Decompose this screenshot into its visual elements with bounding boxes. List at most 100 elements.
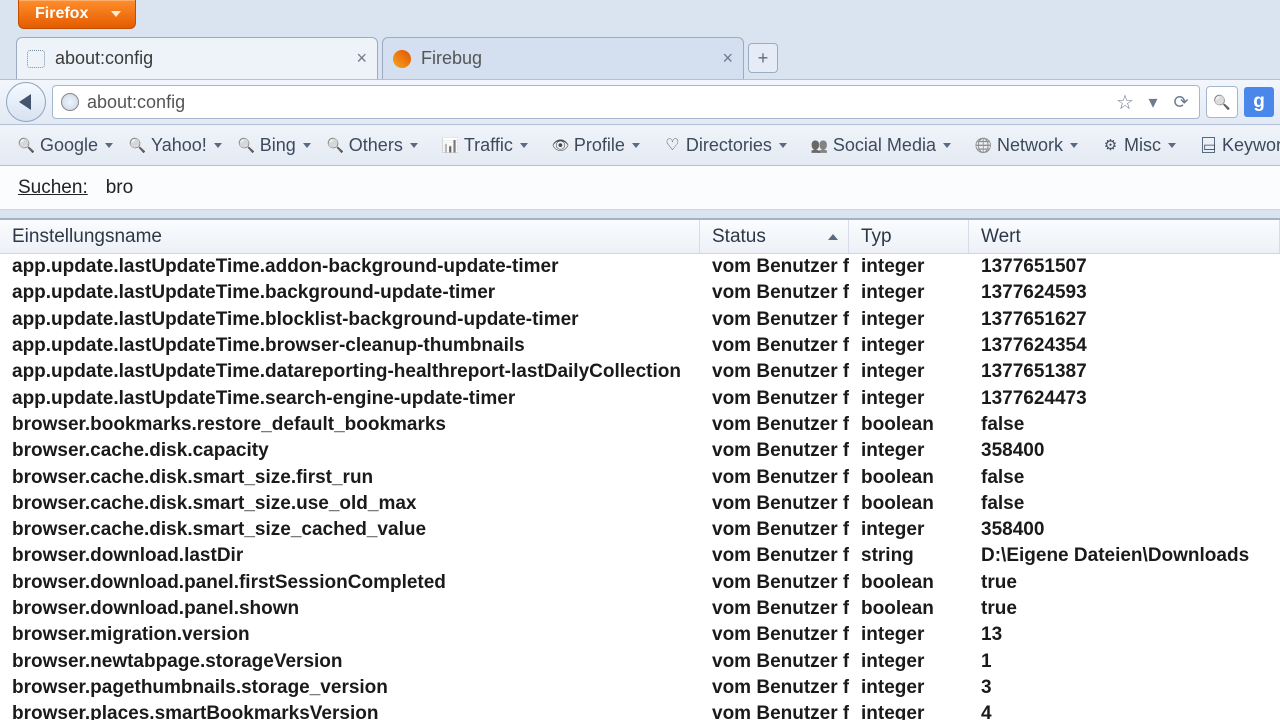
cell-status: vom Benutzer f… xyxy=(700,335,849,357)
toolbar-item-others[interactable]: Others xyxy=(319,131,426,160)
table-body: app.update.lastUpdateTime.addon-backgrou… xyxy=(0,254,1280,720)
cell-status: vom Benutzer f… xyxy=(700,572,849,594)
cell-name: browser.newtabpage.storageVersion xyxy=(0,651,700,673)
table-row[interactable]: app.update.lastUpdateTime.search-engine-… xyxy=(0,385,1280,411)
cell-name: browser.cache.disk.smart_size_cached_val… xyxy=(0,519,700,541)
search-engine-button[interactable]: 🔍 xyxy=(1206,86,1238,118)
cell-type: integer xyxy=(849,677,969,699)
toolbar-item-label: Misc xyxy=(1124,135,1161,156)
toolbar-item-label: Profile xyxy=(574,135,625,156)
cell-type: boolean xyxy=(849,414,969,436)
new-tab-button[interactable]: + xyxy=(748,43,778,73)
table-row[interactable]: browser.migration.version vom Benutzer f… xyxy=(0,622,1280,648)
column-status[interactable]: Status xyxy=(700,220,849,253)
cell-status: vom Benutzer f… xyxy=(700,651,849,673)
chevron-down-icon xyxy=(632,143,640,148)
table-row[interactable]: browser.places.smartBookmarksVersion vom… xyxy=(0,701,1280,720)
cell-value: 1377624354 xyxy=(969,335,1280,357)
toolbar-item-socialmedia[interactable]: Social Media xyxy=(803,131,959,160)
reload-icon[interactable]: ⟳ xyxy=(1171,92,1191,112)
cell-status: vom Benutzer f… xyxy=(700,519,849,541)
firefox-menu-label: Firefox xyxy=(35,5,88,22)
toolbar-item-google[interactable]: Google xyxy=(10,131,121,160)
table-row[interactable]: browser.cache.disk.smart_size.first_run … xyxy=(0,464,1280,490)
globe-icon xyxy=(61,93,79,111)
cell-value: D:\Eigene Dateien\Downloads xyxy=(969,545,1280,567)
tab-about-config[interactable]: about:config × xyxy=(16,37,378,79)
cell-type: integer xyxy=(849,388,969,410)
cell-value: 3 xyxy=(969,677,1280,699)
toolbar-item-bing[interactable]: Bing xyxy=(230,131,319,160)
column-value[interactable]: Wert xyxy=(969,220,1280,253)
chevron-down-icon xyxy=(1168,143,1176,148)
cell-status: vom Benutzer f… xyxy=(700,467,849,489)
cell-type: boolean xyxy=(849,572,969,594)
cell-value: 4 xyxy=(969,703,1280,720)
column-type[interactable]: Typ xyxy=(849,220,969,253)
chevron-down-icon xyxy=(1070,143,1078,148)
config-search-row: Suchen: xyxy=(0,166,1280,210)
table-row[interactable]: browser.cache.disk.smart_size_cached_val… xyxy=(0,517,1280,543)
toolbar-item-directories[interactable]: Directories xyxy=(656,131,795,160)
cell-name: browser.migration.version xyxy=(0,624,700,646)
google-share-button[interactable]: g xyxy=(1244,87,1274,117)
tab-strip: about:config × Firebug × + xyxy=(16,33,1280,73)
gear-icon xyxy=(1102,137,1119,154)
toolbar-item-keyword[interactable]: Keyword xyxy=(1192,131,1280,160)
cell-value: false xyxy=(969,467,1280,489)
dropdown-history-icon[interactable]: ▾ xyxy=(1143,92,1163,112)
table-row[interactable]: browser.cache.disk.smart_size.use_old_ma… xyxy=(0,491,1280,517)
toolbar-item-yahoo[interactable]: Yahoo! xyxy=(121,131,230,160)
table-row[interactable]: browser.cache.disk.capacity vom Benutzer… xyxy=(0,438,1280,464)
chevron-down-icon xyxy=(410,143,418,148)
toolbar-item-label: Directories xyxy=(686,135,772,156)
bookmarks-toolbar: Google Yahoo! Bing Others Traffic xyxy=(0,125,1280,166)
cell-name: browser.cache.disk.smart_size.first_run xyxy=(0,467,700,489)
cell-value: 1377651507 xyxy=(969,256,1280,278)
cell-value: 1377624593 xyxy=(969,282,1280,304)
toolbar-item-network[interactable]: Network xyxy=(967,131,1086,160)
cell-name: browser.download.panel.shown xyxy=(0,598,700,620)
cell-value: 1377651387 xyxy=(969,361,1280,383)
cell-name: browser.download.lastDir xyxy=(0,545,700,567)
table-row[interactable]: browser.download.panel.shown vom Benutze… xyxy=(0,596,1280,622)
table-row[interactable]: browser.download.panel.firstSessionCompl… xyxy=(0,570,1280,596)
cell-type: integer xyxy=(849,440,969,462)
doc-icon xyxy=(1200,137,1217,154)
cell-status: vom Benutzer f… xyxy=(700,440,849,462)
table-header: Einstellungsname Status Typ Wert xyxy=(0,220,1280,254)
firebug-favicon-icon xyxy=(393,50,411,68)
table-row[interactable]: browser.newtabpage.storageVersion vom Be… xyxy=(0,648,1280,674)
table-row[interactable]: browser.bookmarks.restore_default_bookma… xyxy=(0,412,1280,438)
chevron-down-icon xyxy=(943,143,951,148)
bookmark-star-icon[interactable]: ☆ xyxy=(1115,92,1135,112)
close-icon[interactable]: × xyxy=(356,48,367,69)
url-bar[interactable]: about:config ☆ ▾ ⟳ xyxy=(52,85,1200,119)
cell-status: vom Benutzer f… xyxy=(700,388,849,410)
table-row[interactable]: browser.download.lastDir vom Benutzer f…… xyxy=(0,543,1280,569)
chevron-down-icon xyxy=(520,143,528,148)
column-name[interactable]: Einstellungsname xyxy=(0,220,700,253)
table-row[interactable]: app.update.lastUpdateTime.addon-backgrou… xyxy=(0,254,1280,280)
close-icon[interactable]: × xyxy=(722,48,733,69)
cell-status: vom Benutzer f… xyxy=(700,545,849,567)
table-row[interactable]: app.update.lastUpdateTime.blocklist-back… xyxy=(0,307,1280,333)
table-row[interactable]: app.update.lastUpdateTime.datareporting-… xyxy=(0,359,1280,385)
navigation-toolbar: about:config ☆ ▾ ⟳ 🔍 g xyxy=(0,79,1280,125)
toolbar-item-label: Yahoo! xyxy=(151,135,207,156)
toolbar-item-traffic[interactable]: Traffic xyxy=(434,131,536,160)
search-icon xyxy=(129,137,146,154)
firefox-menu-button[interactable]: Firefox xyxy=(18,0,136,29)
toolbar-item-misc[interactable]: Misc xyxy=(1094,131,1184,160)
toolbar-item-profile[interactable]: Profile xyxy=(544,131,648,160)
search-input[interactable] xyxy=(106,177,1262,199)
table-row[interactable]: app.update.lastUpdateTime.background-upd… xyxy=(0,280,1280,306)
toolbar-item-label: Google xyxy=(40,135,98,156)
toolbar-item-label: Others xyxy=(349,135,403,156)
cell-type: integer xyxy=(849,309,969,331)
back-button[interactable] xyxy=(6,82,46,122)
table-row[interactable]: app.update.lastUpdateTime.browser-cleanu… xyxy=(0,333,1280,359)
cell-type: integer xyxy=(849,703,969,720)
tab-firebug[interactable]: Firebug × xyxy=(382,37,744,79)
table-row[interactable]: browser.pagethumbnails.storage_version v… xyxy=(0,675,1280,701)
